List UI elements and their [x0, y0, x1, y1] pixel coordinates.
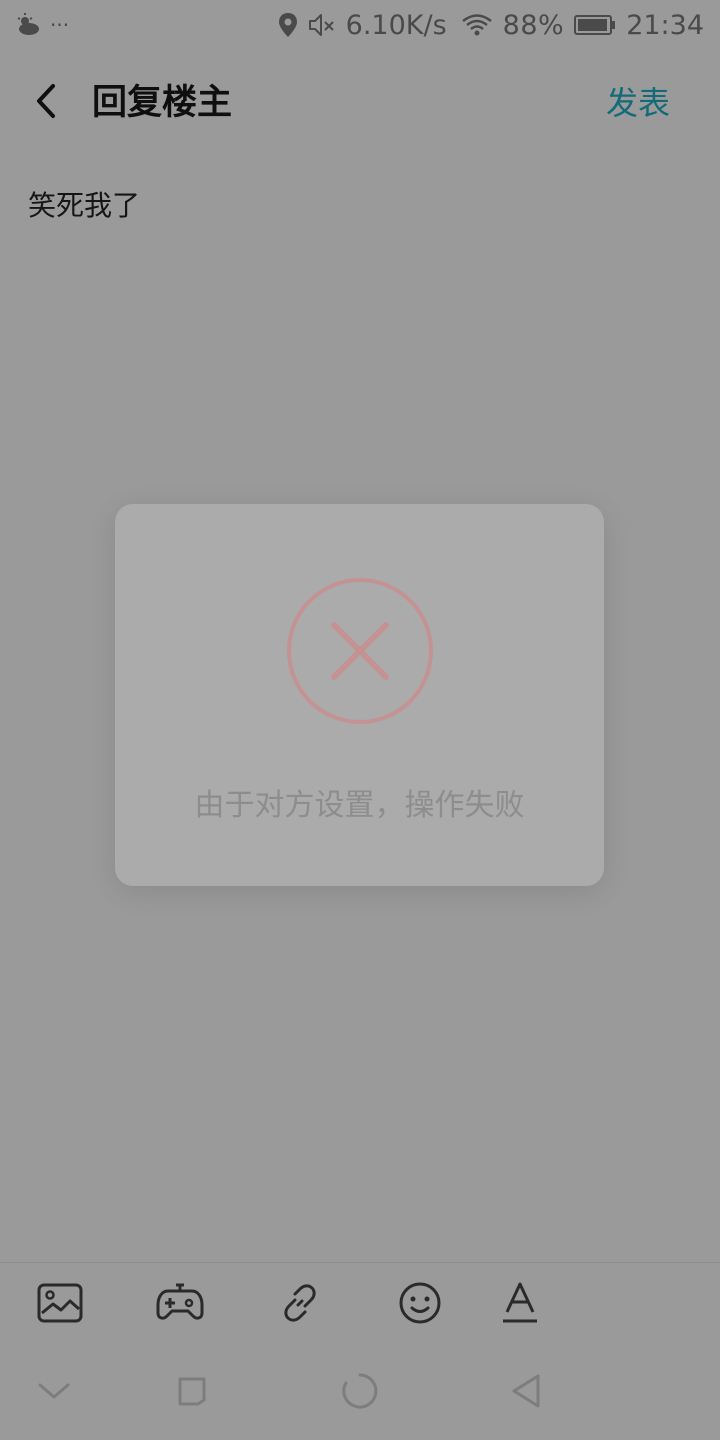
- collapse-icon: [36, 1379, 72, 1407]
- system-nav-bar: [0, 1347, 720, 1440]
- back-button[interactable]: [22, 78, 72, 128]
- publish-button[interactable]: 发表: [606, 80, 670, 126]
- error-x-icon: [285, 576, 435, 726]
- battery-icon: [574, 14, 616, 36]
- chevron-left-icon: [33, 81, 61, 125]
- home-icon: [341, 1372, 379, 1414]
- clock: 21:34: [626, 9, 704, 41]
- status-left: ···: [16, 10, 69, 40]
- link-icon: [278, 1281, 322, 1329]
- overflow-dots: ···: [50, 13, 70, 37]
- wifi-icon: [461, 12, 493, 38]
- text-format-button[interactable]: [496, 1281, 544, 1329]
- editor-toolbar: [0, 1262, 720, 1348]
- insert-link-button[interactable]: [276, 1281, 324, 1329]
- gamepad-icon: [156, 1283, 204, 1327]
- collapse-button[interactable]: [32, 1371, 76, 1415]
- emoji-button[interactable]: [396, 1281, 444, 1329]
- status-right: 6.10K/s 88% 21:34: [278, 8, 704, 42]
- battery-percent: 88%: [502, 9, 565, 41]
- reply-content-input[interactable]: 笑死我了: [28, 184, 140, 228]
- location-icon: [278, 12, 298, 38]
- error-toast: 由于对方设置，操作失败: [115, 504, 604, 886]
- weather-icon: [16, 12, 42, 38]
- emoji-icon: [398, 1281, 442, 1329]
- game-button[interactable]: [156, 1281, 204, 1329]
- page-title: 回复楼主: [92, 83, 233, 123]
- insert-image-button[interactable]: [36, 1281, 84, 1329]
- recent-apps-icon: [174, 1373, 210, 1413]
- home-button[interactable]: [338, 1371, 382, 1415]
- back-nav-button[interactable]: [504, 1371, 548, 1415]
- header: 回复楼主 发表: [0, 52, 720, 156]
- status-bar: ··· 6.10K/s 88% 21:34: [0, 0, 720, 52]
- network-speed: 6.10K/s: [345, 9, 447, 41]
- text-format-icon: [500, 1281, 540, 1329]
- mute-icon: [308, 12, 336, 38]
- recent-apps-button[interactable]: [170, 1371, 214, 1415]
- back-triangle-icon: [508, 1372, 544, 1414]
- toast-message: 由于对方设置，操作失败: [194, 788, 525, 823]
- image-icon: [37, 1283, 83, 1327]
